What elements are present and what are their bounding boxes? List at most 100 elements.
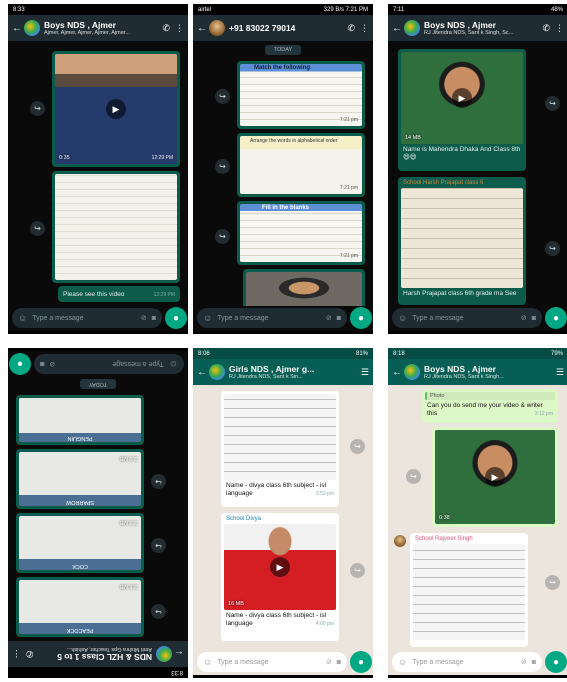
back-arrow-icon[interactable]: ←	[12, 23, 22, 34]
worksheet-image[interactable]: Arrange the words in alphabetical order …	[240, 136, 362, 194]
forward-icon[interactable]: ↪	[215, 89, 230, 104]
flashcard-image[interactable]: SPARROW 2.9 MB	[19, 452, 141, 506]
image-message[interactable]: School Harsh Prajapat class 6 Harsh Praj…	[398, 177, 526, 305]
video-message[interactable]	[243, 269, 365, 306]
chat-header-info[interactable]: +91 83022 79014	[229, 23, 342, 33]
message-input[interactable]: ☺ Type a message ⊘ ◙	[12, 308, 162, 328]
mic-icon[interactable]: ●	[9, 353, 31, 375]
sender-name[interactable]: School Harsh Prajapat class 6	[401, 180, 523, 188]
back-arrow-icon[interactable]: ←	[197, 23, 207, 34]
sender-avatar[interactable]	[394, 535, 406, 547]
image-message[interactable]: School Rajveer Singh	[410, 533, 528, 647]
more-options-icon[interactable]: ⋮	[360, 23, 369, 34]
message-input[interactable]: ☺ Type a message ⊘ ◙	[197, 652, 347, 672]
contact-avatar[interactable]	[209, 20, 225, 36]
group-avatar[interactable]	[404, 20, 420, 36]
video-thumbnail[interactable]	[246, 272, 362, 306]
emoji-icon[interactable]: ☺	[18, 313, 27, 323]
flashcard-image[interactable]: PENGUIN	[19, 398, 141, 442]
video-message[interactable]: ▶ 0:35 12:29 PM	[52, 51, 180, 167]
video-thumbnail[interactable]: ▶ 16 MB	[224, 524, 336, 610]
voice-call-icon[interactable]: ✆	[347, 23, 355, 34]
back-arrow-icon[interactable]: ←	[392, 367, 402, 378]
text-message[interactable]: Please see this video 12:29 PM	[58, 286, 180, 302]
mic-icon[interactable]: ●	[350, 651, 372, 673]
voice-call-icon[interactable]: ✆	[26, 649, 34, 660]
more-options-icon[interactable]: ⋮	[555, 23, 564, 34]
forward-icon[interactable]: ↪	[406, 469, 421, 484]
image-message[interactable]: Name - divya class 6th subject - isl lan…	[221, 391, 339, 507]
forward-icon[interactable]: ↪	[350, 439, 365, 454]
image-message[interactable]: SPARROW 2.9 MB	[16, 449, 144, 509]
play-icon[interactable]: ▶	[106, 99, 126, 119]
message-list[interactable]: Name - divya class 6th subject - isl lan…	[193, 385, 373, 650]
mic-icon[interactable]: ●	[545, 651, 567, 673]
mic-icon[interactable]: ●	[165, 307, 187, 329]
homework-image[interactable]	[224, 394, 336, 480]
group-avatar[interactable]	[156, 646, 172, 662]
image-message[interactable]: PENGUIN	[16, 395, 144, 445]
image-message[interactable]: COCK 2.3 MB	[16, 513, 144, 573]
worksheet-image[interactable]: Match the following 7:21 pm	[240, 64, 362, 126]
image-message[interactable]: Arrange the words in alphabetical order …	[237, 133, 365, 197]
video-message[interactable]: ▶ 14 MB Name is Mahendra Dhaka And Class…	[398, 49, 526, 171]
emoji-icon[interactable]: ☺	[169, 359, 178, 369]
message-list[interactable]: Photo Can you do send me your video & wr…	[388, 385, 567, 650]
message-list[interactable]: ↪ ▶ 0:35 12:29 PM ↪ Please see this vide…	[8, 41, 188, 306]
emoji-icon[interactable]: ☺	[203, 657, 212, 667]
video-thumbnail[interactable]: ▶ 0:35 12:29 PM	[55, 54, 177, 164]
message-input[interactable]: ☺ Type a message ⊘ ◙	[392, 652, 542, 672]
camera-icon[interactable]: ◙	[40, 361, 44, 368]
image-message[interactable]: PEACOCK 2.6 MB	[16, 577, 144, 637]
forward-icon[interactable]: ↪	[215, 159, 230, 174]
forward-icon[interactable]: ↪	[350, 563, 365, 578]
play-icon[interactable]: ▶	[485, 467, 505, 487]
group-avatar[interactable]	[404, 364, 420, 380]
forward-icon[interactable]: ↪	[30, 221, 45, 236]
menu-icon[interactable]: ☰	[361, 367, 369, 378]
emoji-icon[interactable]: ☺	[398, 313, 407, 323]
message-input[interactable]: ☺ Type a message ⊘ ◙	[197, 308, 347, 328]
camera-icon[interactable]: ◙	[532, 315, 536, 322]
more-options-icon[interactable]: ⋮	[12, 649, 21, 660]
message-input[interactable]: ☺ Type a message ⊘ ◙	[34, 354, 184, 374]
emoji-icon[interactable]: ☺	[203, 313, 212, 323]
image-message[interactable]	[52, 171, 180, 283]
message-input[interactable]: ☺ Type a message ⊘ ◙	[392, 308, 542, 328]
homework-image[interactable]	[413, 544, 525, 640]
voice-call-icon[interactable]: ✆	[162, 23, 170, 34]
group-avatar[interactable]	[209, 364, 225, 380]
forward-icon[interactable]: ↪	[30, 101, 45, 116]
emoji-icon[interactable]: ☺	[398, 657, 407, 667]
play-icon[interactable]: ▶	[270, 557, 290, 577]
quoted-photo[interactable]: Photo	[425, 392, 555, 400]
attach-icon[interactable]: ⊘	[521, 658, 527, 666]
video-message[interactable]: ▶ 0:38	[432, 427, 558, 527]
mic-icon[interactable]: ●	[350, 307, 372, 329]
menu-icon[interactable]: ☰	[556, 367, 564, 378]
back-arrow-icon[interactable]: ←	[197, 367, 207, 378]
chat-header-info[interactable]: Boys NDS , Ajmer RJ Jitendra NDS, Sant k…	[424, 364, 551, 380]
notebook-image[interactable]	[401, 188, 523, 288]
image-message[interactable]: Match the following 7:21 pm	[237, 61, 365, 129]
forward-icon[interactable]: ↪	[151, 538, 166, 553]
message-list[interactable]: PEACOCK 2.6 MB ↪ COCK 2.3 MB ↪ SPARROW 2…	[8, 376, 188, 641]
group-avatar[interactable]	[24, 20, 40, 36]
forward-icon[interactable]: ↪	[545, 575, 560, 590]
chat-header-info[interactable]: Girls NDS , Ajmer g... RJ Jitendra NDS, …	[229, 364, 356, 380]
chat-header-info[interactable]: NDS & HZL Class 1 to 5 Amit Mishra Gps T…	[39, 646, 152, 662]
video-message[interactable]: School Divya ▶ 16 MB Name - divya class …	[221, 513, 339, 641]
camera-icon[interactable]: ◙	[337, 659, 341, 666]
sender-name[interactable]: School Rajveer Singh	[413, 536, 525, 544]
forward-icon[interactable]: ↪	[545, 241, 560, 256]
forward-icon[interactable]: ↪	[151, 604, 166, 619]
message-list[interactable]: ▶ 14 MB Name is Mahendra Dhaka And Class…	[388, 41, 567, 306]
flashcard-image[interactable]: COCK 2.3 MB	[19, 516, 141, 570]
attach-icon[interactable]: ⊘	[49, 360, 55, 368]
camera-icon[interactable]: ◙	[152, 315, 156, 322]
sender-name[interactable]: School Divya	[224, 516, 336, 524]
camera-icon[interactable]: ◙	[532, 659, 536, 666]
play-icon[interactable]: ▶	[452, 88, 472, 108]
video-thumbnail[interactable]: ▶ 0:38	[435, 430, 555, 524]
camera-icon[interactable]: ◙	[337, 315, 341, 322]
